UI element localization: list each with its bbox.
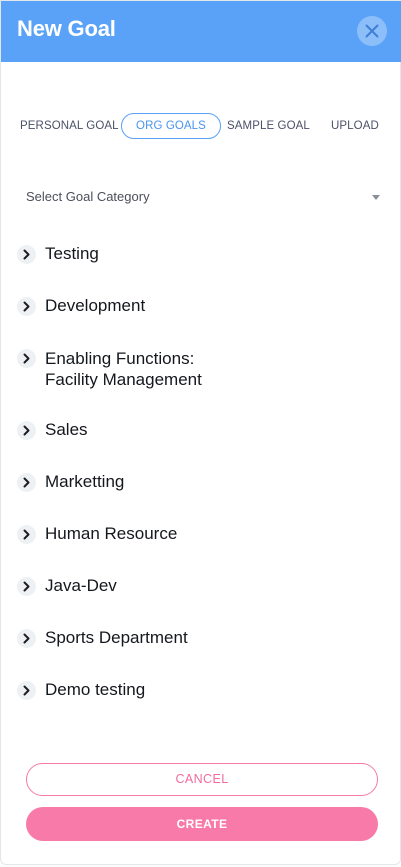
goal-category-label: Demo testing [45,680,146,699]
goal-category-label: Java-Dev [45,576,117,595]
goal-category-label: Sales [45,420,88,439]
goal-category-item-demo-testing[interactable]: Demo testing [17,680,377,702]
goal-category-placeholder: Select Goal Category [26,189,150,204]
close-icon [365,24,379,38]
create-button[interactable]: CREATE [26,807,378,841]
tab-upload[interactable]: UPLOAD [331,113,379,139]
close-button[interactable] [357,16,387,46]
chevron-right-icon [17,349,36,368]
goal-category-label: Development [45,296,146,315]
goal-category-select[interactable]: Select Goal Category [17,183,387,211]
chevron-right-icon [17,297,36,316]
chevron-right-icon [17,421,36,440]
goal-type-tabs: PERSONAL GOAL ORG GOALS SAMPLE GOAL UPLO… [1,113,401,139]
goal-category-label: Marketting [45,472,125,491]
goal-category-label: Testing [45,244,99,263]
chevron-right-icon [17,681,36,700]
goal-category-item-development[interactable]: Development [17,296,377,318]
panel-header: New Goal [1,1,401,62]
tab-org-goals[interactable]: ORG GOALS [121,113,221,139]
goal-category-item-java-dev[interactable]: Java-Dev [17,576,377,598]
tab-sample-goal[interactable]: SAMPLE GOAL [227,113,310,139]
cancel-button[interactable]: CANCEL [26,763,378,796]
goal-category-item-human-resource[interactable]: Human Resource [17,524,377,546]
goal-category-label: Human Resource [45,524,178,543]
goal-category-item-sports-department[interactable]: Sports Department [17,628,377,650]
chevron-right-icon [17,473,36,492]
goal-category-item-sales[interactable]: Sales [17,420,377,442]
goal-category-label: Enabling Functions: Facility Management [45,349,202,389]
page-title: New Goal [17,16,116,41]
goal-category-item-testing[interactable]: Testing [17,244,377,266]
goal-category-item-marketting[interactable]: Marketting [17,472,377,494]
caret-down-icon [372,195,380,200]
chevron-right-icon [17,629,36,648]
new-goal-panel: New Goal PERSONAL GOAL ORG GOALS SAMPLE … [0,0,401,865]
goal-category-item-enabling-functions[interactable]: Enabling Functions: Facility Management [17,348,377,392]
goal-category-label: Sports Department [45,628,188,647]
tab-personal-goal[interactable]: PERSONAL GOAL [20,113,119,139]
chevron-right-icon [17,525,36,544]
chevron-right-icon [17,245,36,264]
chevron-right-icon [17,577,36,596]
